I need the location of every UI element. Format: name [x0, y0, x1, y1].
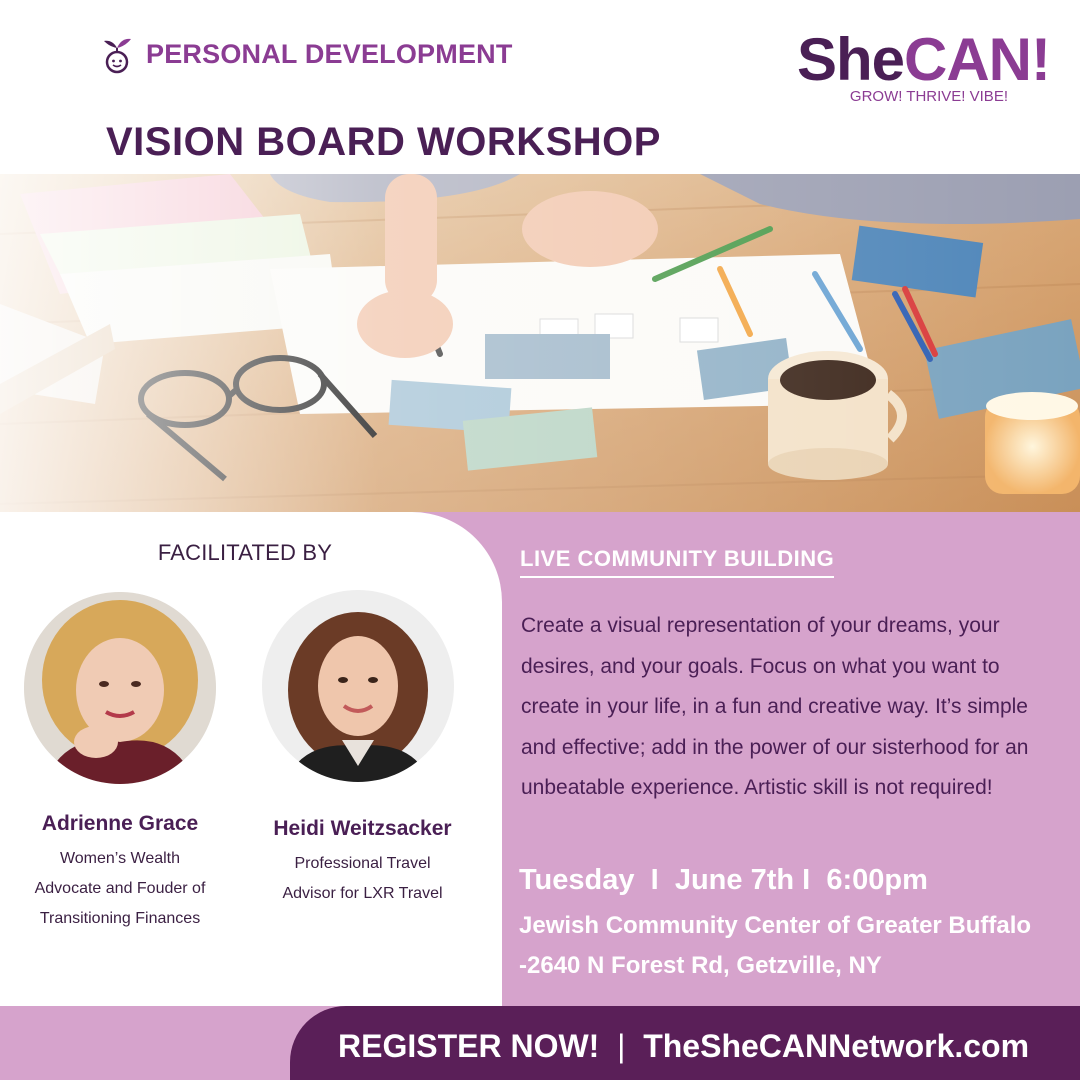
logo-she: She: [796, 26, 905, 93]
facilitator-role-line: Women’s Wealth: [59, 850, 181, 867]
facilitated-by-heading: FACILITATED BY: [157, 540, 333, 565]
facilitator-name: Heidi Weitzsacker: [273, 817, 452, 840]
event-day: Tuesday: [519, 864, 635, 896]
page-title: VISION BOARD WORKSHOP: [106, 120, 661, 164]
logo-can: CAN!: [904, 26, 1051, 93]
footer-separator: |: [617, 1028, 626, 1064]
website-link[interactable]: TheSheCANNetwork.com: [643, 1028, 1029, 1064]
datetime-separator: I: [650, 864, 659, 896]
facilitator-role-line: Advisor for LXR Travel: [282, 885, 443, 902]
shecan-logo: SheCAN! GROW! THRIVE! VIBE!: [797, 30, 1051, 106]
event-date: June 7th: [674, 864, 795, 896]
facilitator-heidi-weitzsacker: Heidi Weitzsacker Professional Travel Ad…: [240, 817, 485, 909]
facilitator-role-line: Transitioning Finances: [39, 910, 201, 927]
event-description: Create a visual representation of your d…: [521, 614, 1029, 799]
avatar-adrienne-grace: [24, 592, 216, 784]
sprout-head-icon: [104, 38, 131, 74]
event-location: Jewish Community Center of Greater Buffa…: [519, 912, 1032, 979]
avatar-heidi-weitzsacker: [262, 590, 454, 782]
datetime-separator: I: [802, 864, 811, 896]
register-now-link[interactable]: REGISTER NOW!: [338, 1028, 599, 1064]
category-label: PERSONAL DEVELOPMENT: [146, 38, 513, 69]
facilitator-role-line: Professional Travel: [294, 855, 431, 872]
event-datetime: Tuesday I June 7th I 6:00pm: [519, 864, 928, 897]
vision-board-table-illustration: [0, 174, 1080, 512]
register-text[interactable]: REGISTER NOW! | TheSheCANNetwork.com: [338, 1028, 1029, 1065]
category-header: PERSONAL DEVELOPMENT: [100, 34, 513, 74]
facilitator-role-line: Advocate and Fouder of: [34, 880, 206, 897]
section-title: LIVE COMMUNITY BUILDING: [520, 546, 835, 578]
flyer: PERSONAL DEVELOPMENT VISION BOARD WORKSH…: [0, 0, 1080, 1080]
facilitator-name: Adrienne Grace: [41, 812, 199, 835]
hero-photo: [0, 174, 1080, 512]
facilitator-adrienne-grace: Adrienne Grace Women’s Wealth Advocate a…: [0, 812, 240, 934]
event-time: 6:00pm: [826, 864, 928, 896]
